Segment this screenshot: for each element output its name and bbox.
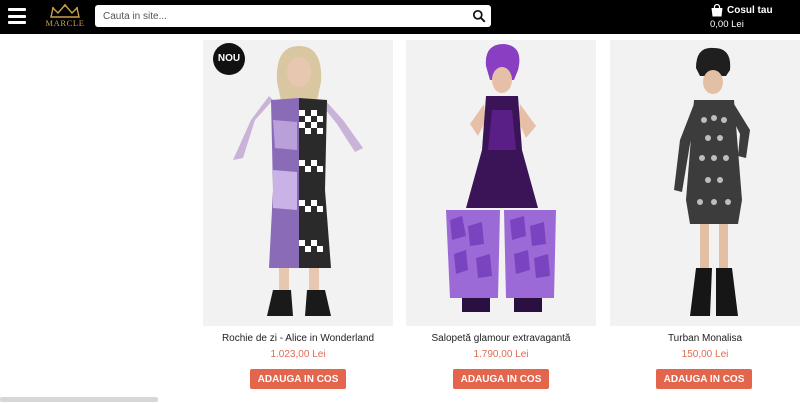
product-name[interactable]: Salopetă glamour extravagantă xyxy=(406,333,596,346)
product-name[interactable]: Turban Monalisa xyxy=(610,333,800,346)
cart-summary[interactable]: Cosul tau 0,00 Lei xyxy=(710,3,798,31)
search-input[interactable] xyxy=(95,5,465,27)
add-to-cart-button[interactable]: ADAUGA IN COS xyxy=(250,369,346,389)
model-photo-jumpsuit xyxy=(406,40,596,326)
site-logo[interactable]: MARCLE xyxy=(40,3,90,31)
cart-total: 0,00 Lei xyxy=(710,19,744,30)
hamburger-icon[interactable] xyxy=(8,8,26,24)
model-photo-dress xyxy=(203,40,393,326)
search-bar xyxy=(95,5,491,27)
crown-logo-icon xyxy=(50,3,80,18)
product-card: Turban Monalisa 150,00 Lei ADAUGA IN COS xyxy=(610,40,800,389)
top-navigation-bar: MARCLE Cosul tau 0,00 Lei xyxy=(0,0,800,34)
product-image[interactable]: NOU xyxy=(203,40,393,326)
logo-text: MARCLE xyxy=(45,18,85,28)
product-image[interactable] xyxy=(406,40,596,326)
add-to-cart-button[interactable]: ADAUGA IN COS xyxy=(453,369,549,389)
add-to-cart-button[interactable]: ADAUGA IN COS xyxy=(656,369,752,389)
model-photo-turban xyxy=(610,40,800,326)
horizontal-scrollbar[interactable] xyxy=(0,397,158,402)
product-price: 150,00 Lei xyxy=(681,349,729,360)
cart-title: Cosul tau xyxy=(727,5,773,16)
product-name[interactable]: Rochie de zi - Alice in Wonderland xyxy=(203,333,393,346)
new-badge: NOU xyxy=(213,43,245,75)
product-price: 1.790,00 Lei xyxy=(473,349,529,360)
product-card: Salopetă glamour extravagantă 1.790,00 L… xyxy=(406,40,596,389)
search-icon[interactable] xyxy=(472,9,486,23)
shopping-bag-icon xyxy=(711,4,723,17)
product-card: NOU Rochie de zi - Alice in Wonderland 1… xyxy=(203,40,393,389)
product-price: 1.023,00 Lei xyxy=(270,349,326,360)
product-image[interactable] xyxy=(610,40,800,326)
